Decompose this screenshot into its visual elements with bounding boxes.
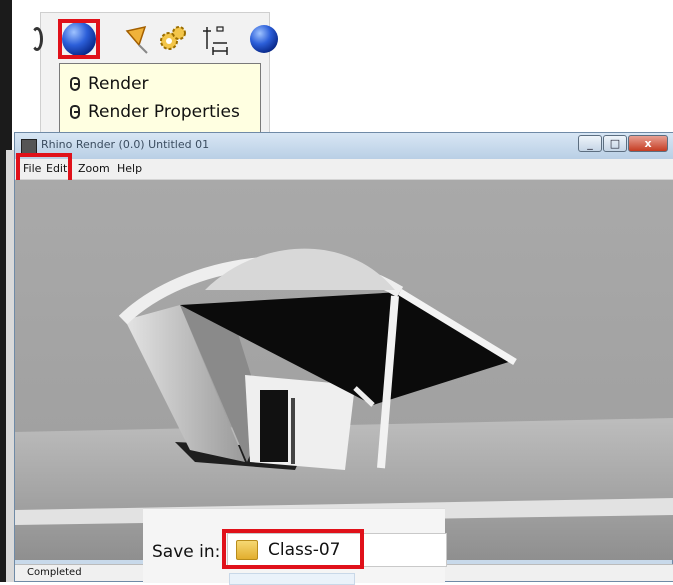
spotlight-icon[interactable] xyxy=(121,21,157,57)
minimize-button[interactable]: _ xyxy=(578,135,602,152)
render-highlight xyxy=(58,19,100,59)
status-text: Completed xyxy=(27,567,82,578)
rendered-pavilion-image xyxy=(15,180,673,560)
tooltip-label: Render Properties xyxy=(88,102,240,122)
menu-bar: File Edit Zoom Help xyxy=(15,159,673,180)
toolbar-inset: Render Render Properties xyxy=(31,12,278,151)
window-title: Rhino Render (0.0) Untitled 01 xyxy=(41,138,210,151)
gear-shape xyxy=(160,26,186,50)
spotlight-shape xyxy=(125,25,148,54)
menu-zoom[interactable]: Zoom xyxy=(78,162,110,175)
tooltip-item-render[interactable]: Render xyxy=(70,72,149,96)
save-in-label: Save in: xyxy=(152,542,221,562)
dimension-icon[interactable] xyxy=(199,21,235,57)
render-tooltip: Render Render Properties xyxy=(59,63,261,137)
mouse-icon xyxy=(70,77,80,91)
gear-icon[interactable] xyxy=(155,21,191,57)
save-dialog-inset: Save in: Class-07 xyxy=(143,508,447,585)
close-button[interactable]: x xyxy=(628,135,668,152)
title-bar[interactable]: Rhino Render (0.0) Untitled 01 _ □ x xyxy=(15,133,673,159)
dimension-shape xyxy=(203,26,228,55)
tooltip-item-render-properties[interactable]: Render Properties xyxy=(70,100,240,124)
menu-help[interactable]: Help xyxy=(117,162,142,175)
maximize-button[interactable]: □ xyxy=(603,135,627,152)
window-controls: _ □ x xyxy=(577,135,668,153)
mouse-icon xyxy=(70,105,80,119)
render-viewport[interactable] xyxy=(15,180,673,560)
file-list-area[interactable] xyxy=(229,573,355,585)
render-toolbar xyxy=(31,13,278,68)
sphere-tool-icon[interactable] xyxy=(249,21,285,57)
tooltip-label: Render xyxy=(88,74,149,94)
folder-highlight xyxy=(222,529,364,569)
